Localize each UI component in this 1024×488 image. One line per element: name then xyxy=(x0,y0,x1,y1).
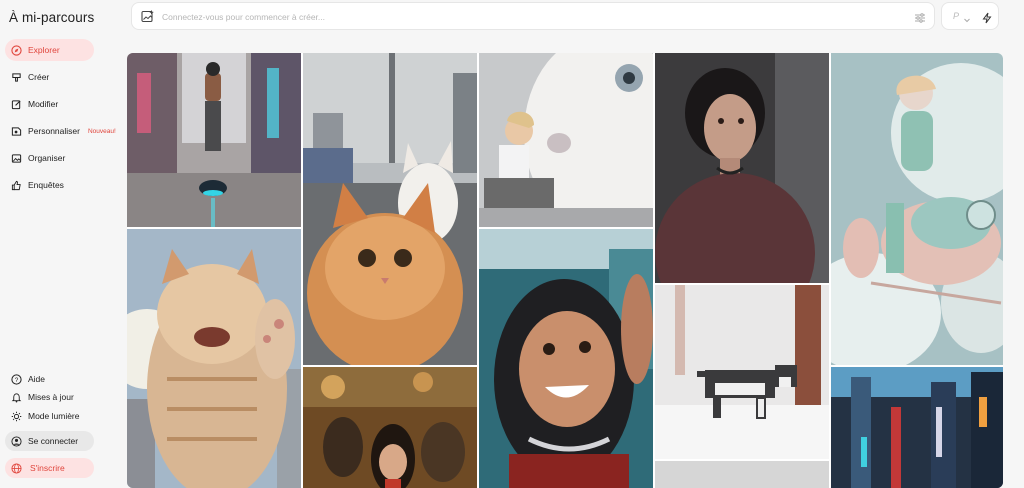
add-image-icon[interactable] xyxy=(141,10,154,23)
svg-text:?: ? xyxy=(15,376,19,383)
prompt-bar[interactable] xyxy=(131,2,935,30)
sidebar-item-label: Organiser xyxy=(28,153,66,163)
settings-sliders-icon[interactable] xyxy=(914,11,926,23)
help-icon: ? xyxy=(11,373,22,385)
bell-icon xyxy=(11,392,22,403)
compass-icon xyxy=(11,44,22,56)
sidebar-item-edit[interactable]: Modifier xyxy=(5,93,105,115)
gallery-image[interactable] xyxy=(831,367,1003,488)
brand-title[interactable]: À mi-parcours xyxy=(9,10,94,25)
chevron-down-icon[interactable] xyxy=(963,11,971,23)
sidebar-item-surveys[interactable]: Enquêtes xyxy=(5,174,105,196)
tools-bar: P xyxy=(941,2,999,30)
sidebar-item-personalize[interactable]: Personnaliser Nouveau! xyxy=(5,120,116,142)
sidebar-item-label: Mode lumière xyxy=(28,411,80,421)
user-icon xyxy=(11,435,22,447)
sign-up-button[interactable]: S'inscrire xyxy=(5,458,94,478)
gallery-image[interactable] xyxy=(127,229,301,488)
gallery-image[interactable] xyxy=(655,285,829,459)
sidebar-item-organize[interactable]: Organiser xyxy=(5,147,105,169)
bolt-icon[interactable] xyxy=(981,11,993,24)
personalize-toggle[interactable]: P xyxy=(953,11,959,21)
image-icon xyxy=(11,153,22,164)
globe-icon xyxy=(11,462,22,474)
gallery-image[interactable] xyxy=(479,229,653,488)
brush-icon xyxy=(11,72,22,83)
personalize-icon xyxy=(11,126,22,137)
gallery-image[interactable] xyxy=(655,53,829,283)
sidebar-item-light-mode[interactable]: Mode lumière xyxy=(5,405,105,427)
sidebar-item-create[interactable]: Créer xyxy=(5,66,105,88)
sidebar-item-label: Mises à jour xyxy=(28,392,74,402)
sidebar: À mi-parcours Explorer Créer Modifier Pe… xyxy=(0,0,116,488)
gallery-image[interactable] xyxy=(303,53,477,365)
gallery-image[interactable] xyxy=(831,53,1003,365)
new-badge: Nouveau! xyxy=(87,127,116,135)
gallery-image[interactable] xyxy=(303,367,477,488)
gallery-image[interactable] xyxy=(127,53,301,227)
sidebar-item-label: Modifier xyxy=(28,99,59,109)
sign-in-button[interactable]: Se connecter xyxy=(5,431,94,451)
edit-icon xyxy=(11,99,22,110)
gallery-image[interactable] xyxy=(479,53,653,227)
gallery-image[interactable] xyxy=(655,461,829,488)
sidebar-item-explore[interactable]: Explorer xyxy=(5,39,94,61)
sidebar-item-label: Enquêtes xyxy=(28,180,64,190)
prompt-input[interactable] xyxy=(162,7,862,27)
sidebar-item-label: Explorer xyxy=(28,45,60,55)
sidebar-item-label: Aide xyxy=(28,374,46,384)
sign-up-label: S'inscrire xyxy=(30,463,65,473)
image-gallery xyxy=(127,53,1003,488)
thumbs-up-icon xyxy=(11,180,22,191)
sun-icon xyxy=(11,411,22,422)
sidebar-item-label: Créer xyxy=(28,72,50,82)
sign-in-label: Se connecter xyxy=(28,436,79,446)
sidebar-item-label: Personnaliser xyxy=(28,126,80,136)
